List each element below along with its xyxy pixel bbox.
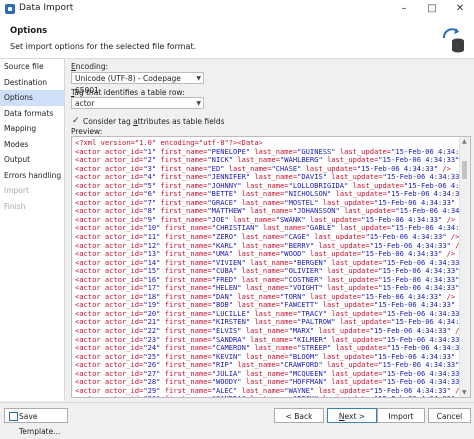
import-button[interactable]: Import	[377, 408, 425, 423]
sidebar-item-destination[interactable]: Destination	[0, 75, 64, 91]
import-database-icon	[442, 28, 464, 53]
attributes-as-fields-label[interactable]: Consider tag attributes as table fields	[83, 117, 225, 126]
save-template-button[interactable]: Save Template...	[4, 408, 68, 436]
row-tag-select[interactable]: actor ▼	[71, 97, 204, 109]
chevron-down-icon: ▼	[196, 75, 201, 82]
sidebar-item-import: Import	[4, 186, 29, 195]
sidebar-item-data-formats[interactable]: Data formats	[0, 106, 64, 122]
xml-tag: <actor actor_id=	[75, 394, 143, 397]
maximize-button[interactable]: □	[418, 1, 446, 17]
page-description: Set import options for the selected file…	[10, 42, 197, 51]
wizard-steps: Source file Destination Options Data format…	[0, 59, 65, 401]
app-icon	[5, 4, 15, 14]
vertical-scrollbar[interactable]: ▲ ▼	[459, 137, 470, 397]
page-title: Options	[10, 26, 48, 36]
sidebar-item-options[interactable]: Options	[0, 90, 64, 106]
attributes-as-fields-checkbox[interactable]: ✓	[72, 117, 81, 126]
cancel-button[interactable]: Cancel	[428, 408, 471, 423]
back-button[interactable]: < Back	[274, 408, 324, 423]
preview-label: Preview:	[71, 127, 103, 136]
sidebar-item-source-file[interactable]: Source file	[0, 59, 64, 75]
xml-value: "30"	[143, 394, 160, 397]
window-title: Data Import	[19, 3, 74, 13]
title-bar: Data Import – □ ✕	[0, 0, 474, 19]
footer: Save Template... < Back Next > Import Ca…	[0, 402, 474, 436]
xml-preview[interactable]: <?xml version="1.0" encoding="utf-8"?><D…	[71, 136, 471, 398]
xml-value: "PECK"	[293, 394, 319, 397]
chevron-down-icon: ▼	[196, 100, 201, 107]
xml-attr: last_update=	[318, 394, 374, 397]
minimize-button[interactable]: –	[390, 1, 418, 17]
xml-value: "SANDRA"	[212, 394, 246, 397]
page-header: Options Set import options for the selec…	[0, 18, 474, 59]
sidebar-item-output[interactable]: Output	[0, 152, 64, 168]
scroll-down-icon[interactable]: ▼	[462, 389, 467, 396]
encoding-label: Encoding:	[71, 62, 109, 71]
scroll-up-icon[interactable]: ▲	[462, 138, 467, 145]
xml-row: <actor actor_id="30" first_name="SANDRA"…	[75, 395, 460, 397]
encoding-select[interactable]: Unicode (UTF-8) - Codepage 65001 ▼	[71, 72, 204, 95]
xml-attr: first_name=	[160, 394, 212, 397]
next-button[interactable]: Next >	[327, 408, 377, 423]
scroll-thumb[interactable]	[462, 161, 467, 179]
sidebar-item-finish: Finish	[4, 201, 26, 211]
close-button[interactable]: ✕	[446, 1, 474, 17]
row-tag-label: Tag that identifies a table row:	[71, 88, 185, 97]
sidebar-item-modes[interactable]: Modes	[0, 137, 64, 153]
xml-preview-text: <?xml version="1.0" encoding="utf-8"?><D…	[72, 137, 460, 397]
sidebar-item-mapping[interactable]: Mapping	[0, 121, 64, 137]
options-panel: Encoding: Unicode (UTF-8) - Codepage 650…	[66, 59, 474, 401]
sidebar-item-errors-handling[interactable]: Errors handling	[0, 168, 64, 184]
xml-value: "15-Feb-06 4:34:33"	[374, 394, 455, 397]
row-tag-value: actor	[75, 99, 95, 108]
save-icon	[9, 412, 18, 421]
xml-attr: last_name=	[246, 394, 293, 397]
